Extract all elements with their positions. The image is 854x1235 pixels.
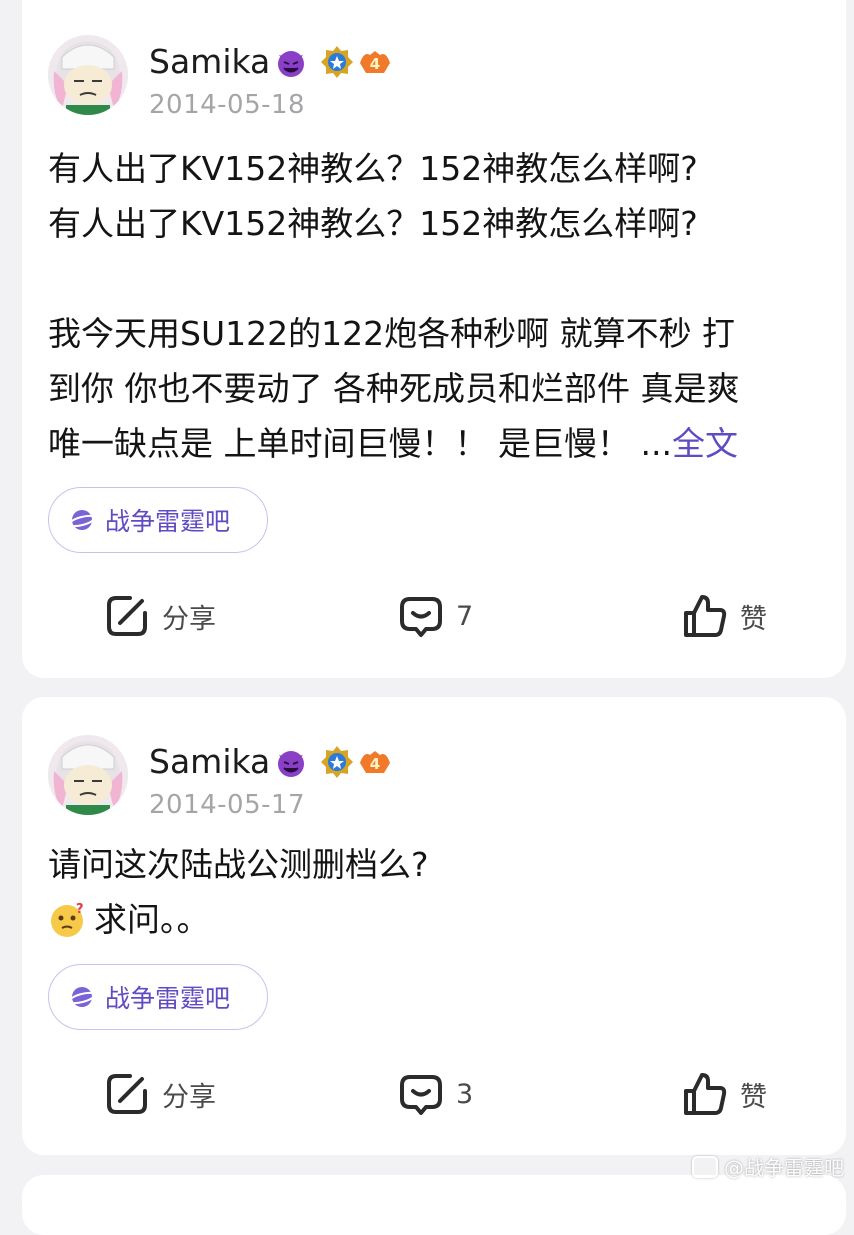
share-icon [107,596,147,636]
post-content[interactable]: 有人出了KV152神教么？152神教怎么样啊? 有人出了KV152神教么？152… [48,141,826,471]
content-line: 我今天用SU122的122炮各种秒啊 就算不秒 打 [48,314,736,353]
forum-planet-icon [69,987,95,1007]
like-label: 赞 [740,1081,767,1113]
username-text: Samika [149,742,271,781]
medal-badge-icon [321,45,354,78]
post-card[interactable]: Samika 4 2014-05-18 有人出了KV152神教么？152神教怎么… [22,0,846,678]
avatar[interactable] [48,35,128,115]
forum-tag-button[interactable]: 战争雷霆吧 [48,487,268,553]
content-line: 到你 你也不要动了 各种死成员和烂部件 真是爽 [48,369,740,408]
content-line: 请问这次陆战公测删档么? [48,845,429,884]
watermark: @战争雷霆吧 [692,1152,844,1181]
forum-tag-button[interactable]: 战争雷霆吧 [48,964,268,1030]
svg-text:?: ? [76,902,84,917]
action-bar: 分享 3 赞 [22,1071,846,1121]
forum-planet-icon [69,510,95,530]
level-badge-icon: 4 [360,750,391,773]
like-button[interactable]: 赞 [682,593,767,639]
svg-text:4: 4 [370,755,380,773]
comment-button[interactable]: 7 [398,593,473,639]
watermark-logo-icon [692,1155,718,1178]
post-date: 2014-05-18 [149,90,306,120]
level-badge-icon: 4 [360,50,391,73]
thumbs-up-icon [684,595,727,637]
content-line [48,251,826,306]
comment-icon [400,1075,442,1115]
like-label: 赞 [740,603,767,635]
post-card[interactable]: Samika 4 2014-05-17 请问这次陆战公测删档么? ? 求问。。 … [22,697,846,1155]
comment-count: 3 [456,1078,474,1110]
comment-icon [400,597,442,637]
content-line: 有人出了KV152神教么？152神教怎么样啊? [48,204,698,243]
post-date: 2014-05-17 [149,790,306,820]
comment-button[interactable]: 3 [398,1071,473,1117]
comment-count: 7 [456,600,474,632]
svg-text:4: 4 [370,55,380,73]
like-button[interactable]: 赞 [682,1071,767,1117]
username[interactable]: Samika 4 [149,42,392,81]
forum-name: 战争雷霆吧 [105,507,231,536]
devil-emoji-icon [278,750,305,777]
username-text: Samika [149,42,271,81]
share-icon [107,1074,147,1114]
read-more-link[interactable]: 全文 [672,424,738,463]
post-content[interactable]: 请问这次陆战公测删档么? ? 求问。。 [48,837,826,947]
content-line: 唯一缺点是 上单时间巨慢！！ 是巨慢！ ... [48,424,672,463]
thinking-emoji-icon: ? [51,902,84,937]
content-line: 有人出了KV152神教么？152神教怎么样啊? [48,149,698,188]
avatar[interactable] [48,735,128,815]
share-button[interactable]: 分享 [104,1071,216,1117]
action-bar: 分享 7 赞 [22,593,846,643]
devil-emoji-icon [278,50,305,77]
medal-badge-icon [321,745,354,778]
share-button[interactable]: 分享 [104,593,216,639]
share-label: 分享 [162,1081,216,1113]
post-card[interactable] [22,1175,846,1235]
content-line: 求问。。 [94,900,210,939]
watermark-text: @战争雷霆吧 [724,1156,844,1180]
share-label: 分享 [162,603,216,635]
username[interactable]: Samika 4 [149,742,392,781]
thumbs-up-icon [684,1073,727,1115]
forum-name: 战争雷霆吧 [105,984,231,1013]
